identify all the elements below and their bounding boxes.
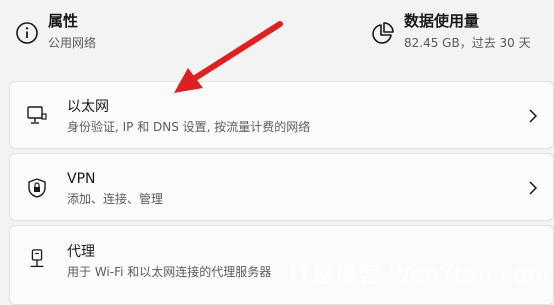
ethernet-card[interactable]: 以太网 身份验证, IP 和 DNS 设置, 按流量计费的网络 [9, 81, 554, 149]
properties-summary[interactable]: 属性 公用网络 [14, 10, 96, 52]
ethernet-subtitle: 身份验证, IP 和 DNS 设置, 按流量计费的网络 [67, 120, 311, 134]
vpn-title: VPN [67, 171, 96, 187]
properties-title: 属性 [48, 12, 79, 30]
ethernet-icon [27, 106, 47, 124]
data-usage-subtitle: 82.45 GB，过去 30 天 [404, 36, 531, 50]
properties-subtitle: 公用网络 [48, 36, 97, 50]
ethernet-title: 以太网 [67, 99, 109, 115]
info-icon [16, 22, 38, 44]
proxy-icon [30, 249, 44, 268]
proxy-title: 代理 [67, 244, 95, 260]
vpn-card[interactable]: VPN 添加、连接、管理 [9, 153, 554, 221]
shield-icon [28, 178, 46, 198]
chevron-right-icon [529, 109, 538, 123]
vpn-subtitle: 添加、连接、管理 [67, 192, 164, 206]
chevron-right-icon [529, 181, 538, 195]
proxy-subtitle: 用于 Wi-Fi 和以太网连接的代理服务器 [67, 265, 272, 279]
network-summary: 属性 公用网络 数据使用量 82.45 GB，过去 30 天 [0, 0, 554, 72]
proxy-card[interactable]: 代理 用于 Wi-Fi 和以太网连接的代理服务器 [9, 225, 554, 305]
data-usage-title: 数据使用量 [404, 12, 480, 30]
data-usage-summary[interactable]: 数据使用量 82.45 GB，过去 30 天 [370, 10, 531, 52]
pie-chart-icon [372, 22, 394, 44]
